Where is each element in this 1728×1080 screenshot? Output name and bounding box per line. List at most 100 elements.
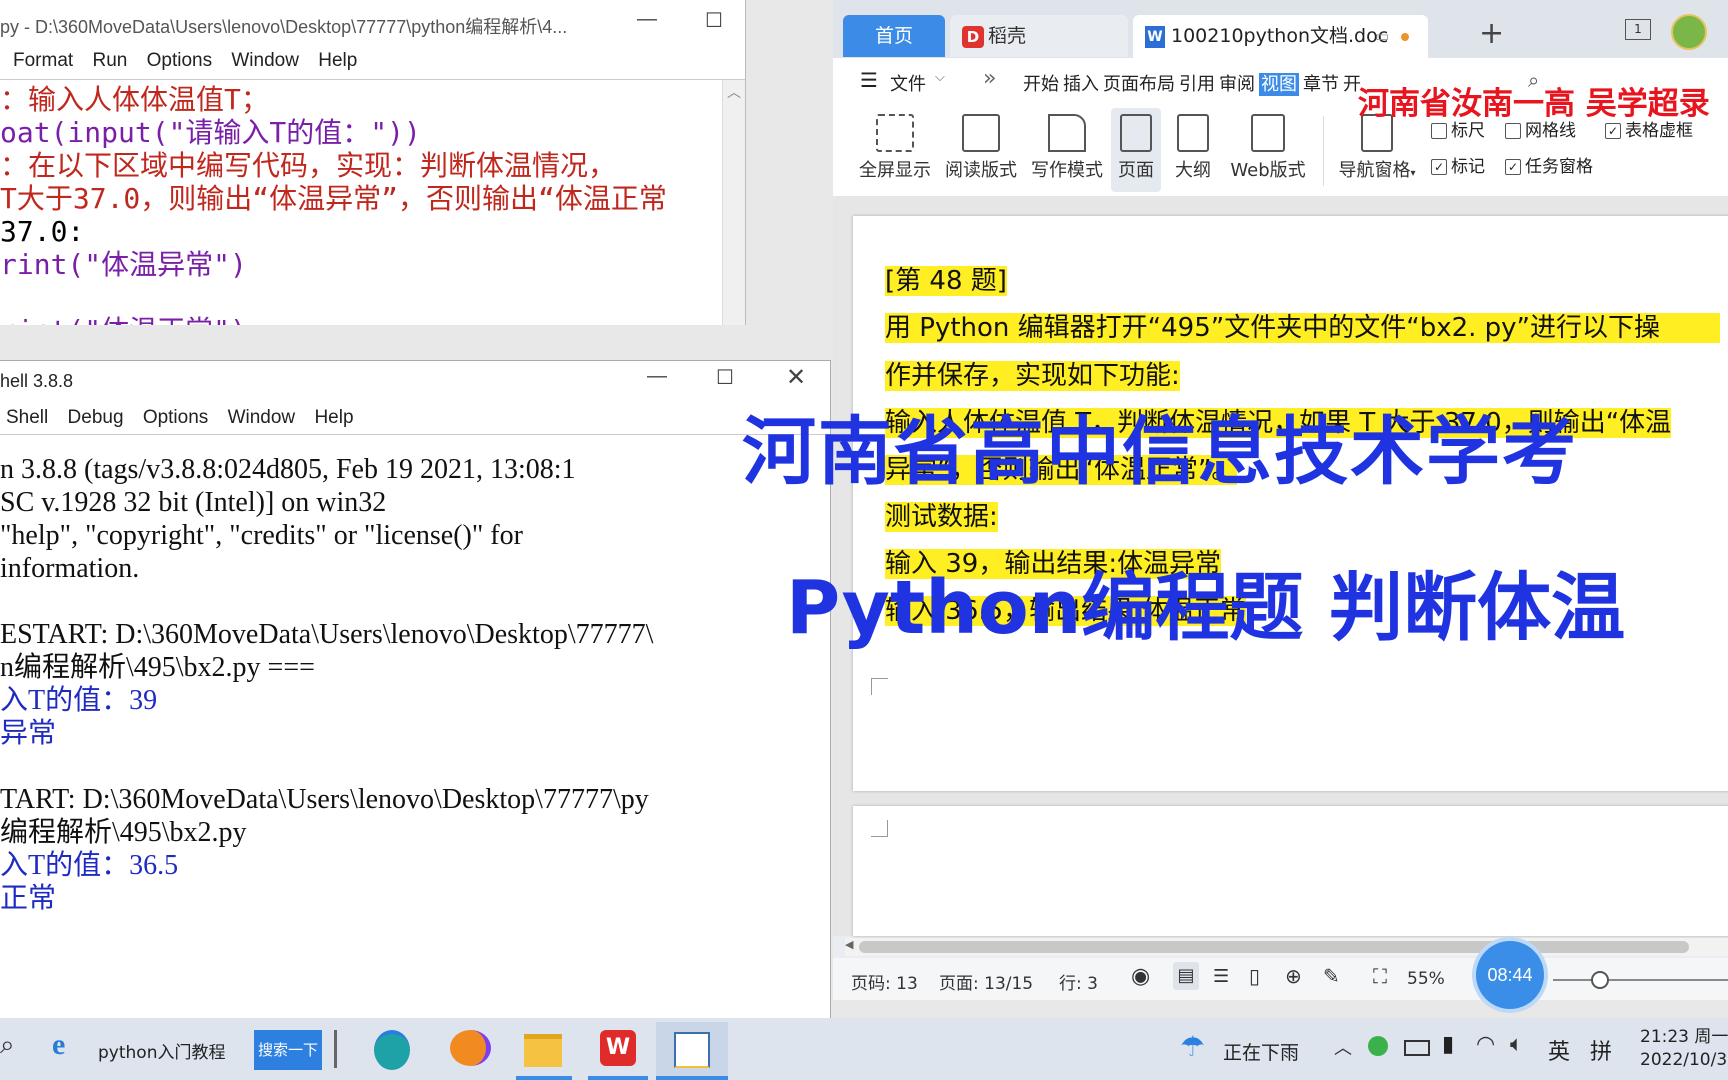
wps-menu-item[interactable]: 视图 — [1259, 73, 1299, 96]
outline-mode-icon[interactable]: ☰ — [1213, 966, 1229, 987]
page-count[interactable]: 页面: 13/15 — [939, 969, 1033, 994]
volume-icon[interactable]: 🔈︎ — [1510, 1032, 1523, 1057]
tab-document-label: 100210python文档.doc — [1171, 25, 1389, 47]
wifi-icon[interactable]: ◠ — [1476, 1032, 1495, 1057]
shell-line: information. — [0, 553, 140, 584]
close-button[interactable]: ✕ — [771, 363, 821, 392]
idle-editor-window: py - D:\360MoveData\Users\lenovo\Desktop… — [0, 0, 746, 325]
search-button[interactable]: 搜索一下 — [254, 1030, 322, 1070]
wps-menu-item[interactable]: 插入 — [1063, 74, 1099, 95]
firefox-icon[interactable] — [450, 1030, 491, 1066]
menu-options[interactable]: Options — [147, 50, 212, 71]
web-layout-button[interactable]: Web版式 — [1223, 114, 1313, 182]
tab-home[interactable]: 首页 — [843, 15, 945, 57]
minimize-button[interactable]: — — [632, 365, 682, 388]
recording-timer[interactable]: 08:44 — [1476, 941, 1544, 1009]
more-icon[interactable]: » — [983, 66, 996, 91]
tab-daoke-label: 稻壳 — [988, 25, 1027, 47]
fullscreen-button[interactable]: 全屏显示 — [855, 114, 935, 182]
window-count-icon[interactable]: 1 — [1625, 19, 1651, 40]
weather-icon[interactable]: ☂ — [1180, 1030, 1205, 1063]
nav-pane-button[interactable]: 导航窗格▾ — [1329, 114, 1425, 182]
edge-icon[interactable] — [374, 1030, 410, 1070]
code-line: T大于37.0，则输出“体温异常”，否则输出“体温正常 — [0, 182, 667, 215]
minimize-button[interactable]: — — [622, 8, 672, 31]
microphone-icon[interactable]: ▮ — [1442, 1032, 1454, 1057]
menu-debug[interactable]: Debug — [68, 407, 124, 428]
menu-help[interactable]: Help — [318, 50, 357, 71]
scroll-up-icon[interactable]: ︿ — [723, 82, 745, 102]
nav-pane-label: 导航窗格 — [1338, 160, 1411, 181]
writing-mode-button[interactable]: 写作模式 — [1027, 114, 1107, 182]
wps-menu-item[interactable]: 页面布局 — [1103, 74, 1175, 95]
view-option-checkbox[interactable]: ✓ 任务窗格 — [1505, 152, 1593, 177]
zoom-level[interactable]: 55% — [1407, 969, 1445, 989]
pen-mode-icon[interactable]: ✎ — [1323, 964, 1340, 988]
scrollbar-thumb[interactable] — [859, 941, 1689, 953]
chevron-down-icon[interactable]: ⌵ — [935, 70, 945, 85]
menu-shell[interactable]: Shell — [6, 407, 48, 428]
python-idle-icon[interactable] — [656, 1022, 728, 1076]
wps-menu-item[interactable]: 章节 — [1303, 74, 1339, 95]
ie-icon[interactable]: e — [52, 1028, 65, 1062]
shell-titlebar[interactable]: hell 3.8.8 — ☐ ✕ — [0, 361, 830, 399]
wps-icon[interactable]: W — [600, 1030, 636, 1066]
hamburger-icon[interactable]: ☰ — [860, 68, 878, 92]
menu-file[interactable]: 文件 — [890, 70, 926, 96]
wps-menu-item[interactable]: 开始 — [1023, 74, 1059, 95]
menu-format[interactable]: Format — [13, 50, 73, 71]
question-line-1: 用 Python 编辑器打开“495”文件夹中的文件“bx2. py”进行以下操 — [885, 307, 1721, 344]
shell-line: "help", "copyright", "credits" or "licen… — [0, 520, 523, 551]
tray-app-icon[interactable] — [1368, 1036, 1388, 1056]
eye-icon[interactable]: ◉ — [1131, 964, 1150, 989]
page-corner-mark — [871, 820, 888, 837]
reading-mode-icon[interactable]: ▯ — [1249, 964, 1260, 988]
wps-menu-item[interactable]: 引用 — [1179, 74, 1215, 95]
maximize-button[interactable]: ☐ — [689, 8, 739, 33]
tab-document[interactable]: W 100210python文档.doc ▭ — [1133, 15, 1428, 58]
wps-statusbar: 页码: 13 页面: 13/15 行: 3 ◉ ▤ ☰ ▯ ⊕ ✎ ⛶ 55% — [833, 958, 1728, 1000]
question-line-1-text: 用 Python 编辑器打开“495”文件夹中的文件“bx2. py”进行以下操 — [885, 313, 1721, 343]
menu-window[interactable]: Window — [228, 407, 296, 428]
ime-language[interactable]: 英 — [1548, 1034, 1570, 1066]
battery-icon[interactable] — [1404, 1040, 1430, 1056]
browser-search-label[interactable]: python入门教程 — [98, 1038, 225, 1063]
view-option-checkbox[interactable]: ✓ 标记 — [1431, 152, 1485, 177]
fit-page-icon[interactable]: ⛶ — [1373, 964, 1387, 988]
horizontal-scrollbar[interactable]: ◀ — [845, 938, 1728, 956]
wps-menu-item[interactable]: 审阅 — [1219, 74, 1255, 95]
maximize-button[interactable]: ☐ — [700, 365, 750, 390]
ime-mode[interactable]: 拼 — [1590, 1034, 1612, 1066]
page-mode-icon[interactable]: ▤ — [1173, 962, 1199, 990]
chevron-up-icon[interactable]: ︿ — [1334, 1034, 1352, 1060]
editor-scrollbar[interactable]: ︿ — [722, 80, 745, 325]
code-area[interactable]: ：输入人体体温值T； oat(input("请输入T的值：")) ：在以下区域中编写… — [0, 83, 667, 325]
avatar[interactable] — [1671, 14, 1707, 50]
test-data-label: 测试数据: — [885, 496, 998, 533]
search-icon[interactable]: ⌕ — [0, 1030, 15, 1061]
shell-line: 异常 — [0, 718, 57, 749]
menu-options[interactable]: Options — [143, 407, 208, 428]
weather-status[interactable]: 正在下雨 — [1223, 1038, 1299, 1065]
page-view-button[interactable]: 页面 — [1111, 108, 1161, 192]
new-tab-button[interactable]: + — [1479, 16, 1504, 51]
fullscreen-icon — [876, 114, 914, 152]
folder-icon[interactable] — [524, 1034, 562, 1067]
clock[interactable]: 21:23 周一 2022/10/3 — [1640, 1026, 1728, 1072]
reading-mode-button[interactable]: 阅读版式 — [941, 114, 1021, 182]
outline-button[interactable]: 大纲 — [1167, 114, 1219, 182]
menu-run[interactable]: Run — [92, 50, 127, 71]
menu-help[interactable]: Help — [314, 407, 353, 428]
shell-line: SC v.1928 32 bit (Intel)] on win32 — [0, 487, 387, 518]
zoom-slider[interactable] — [1553, 971, 1728, 989]
wps-window: 首页 D 稻壳 W 100210python文档.doc ▭ + 1 ☰ 文件 ⌵ … — [833, 0, 1728, 1000]
web-mode-icon[interactable]: ⊕ — [1285, 964, 1302, 988]
shell-output[interactable]: n 3.8.8 (tags/v3.8.8:024d805, Feb 19 202… — [0, 453, 653, 915]
zoom-slider-handle[interactable] — [1591, 971, 1609, 989]
scroll-left-icon[interactable]: ◀ — [845, 938, 853, 951]
menu-window[interactable]: Window — [231, 50, 299, 71]
shell-line: n编程解析\495\bx2.py === — [0, 652, 315, 683]
editor-titlebar[interactable]: py - D:\360MoveData\Users\lenovo\Desktop… — [0, 0, 745, 46]
tab-daoke[interactable]: D 稻壳 — [950, 15, 1128, 57]
